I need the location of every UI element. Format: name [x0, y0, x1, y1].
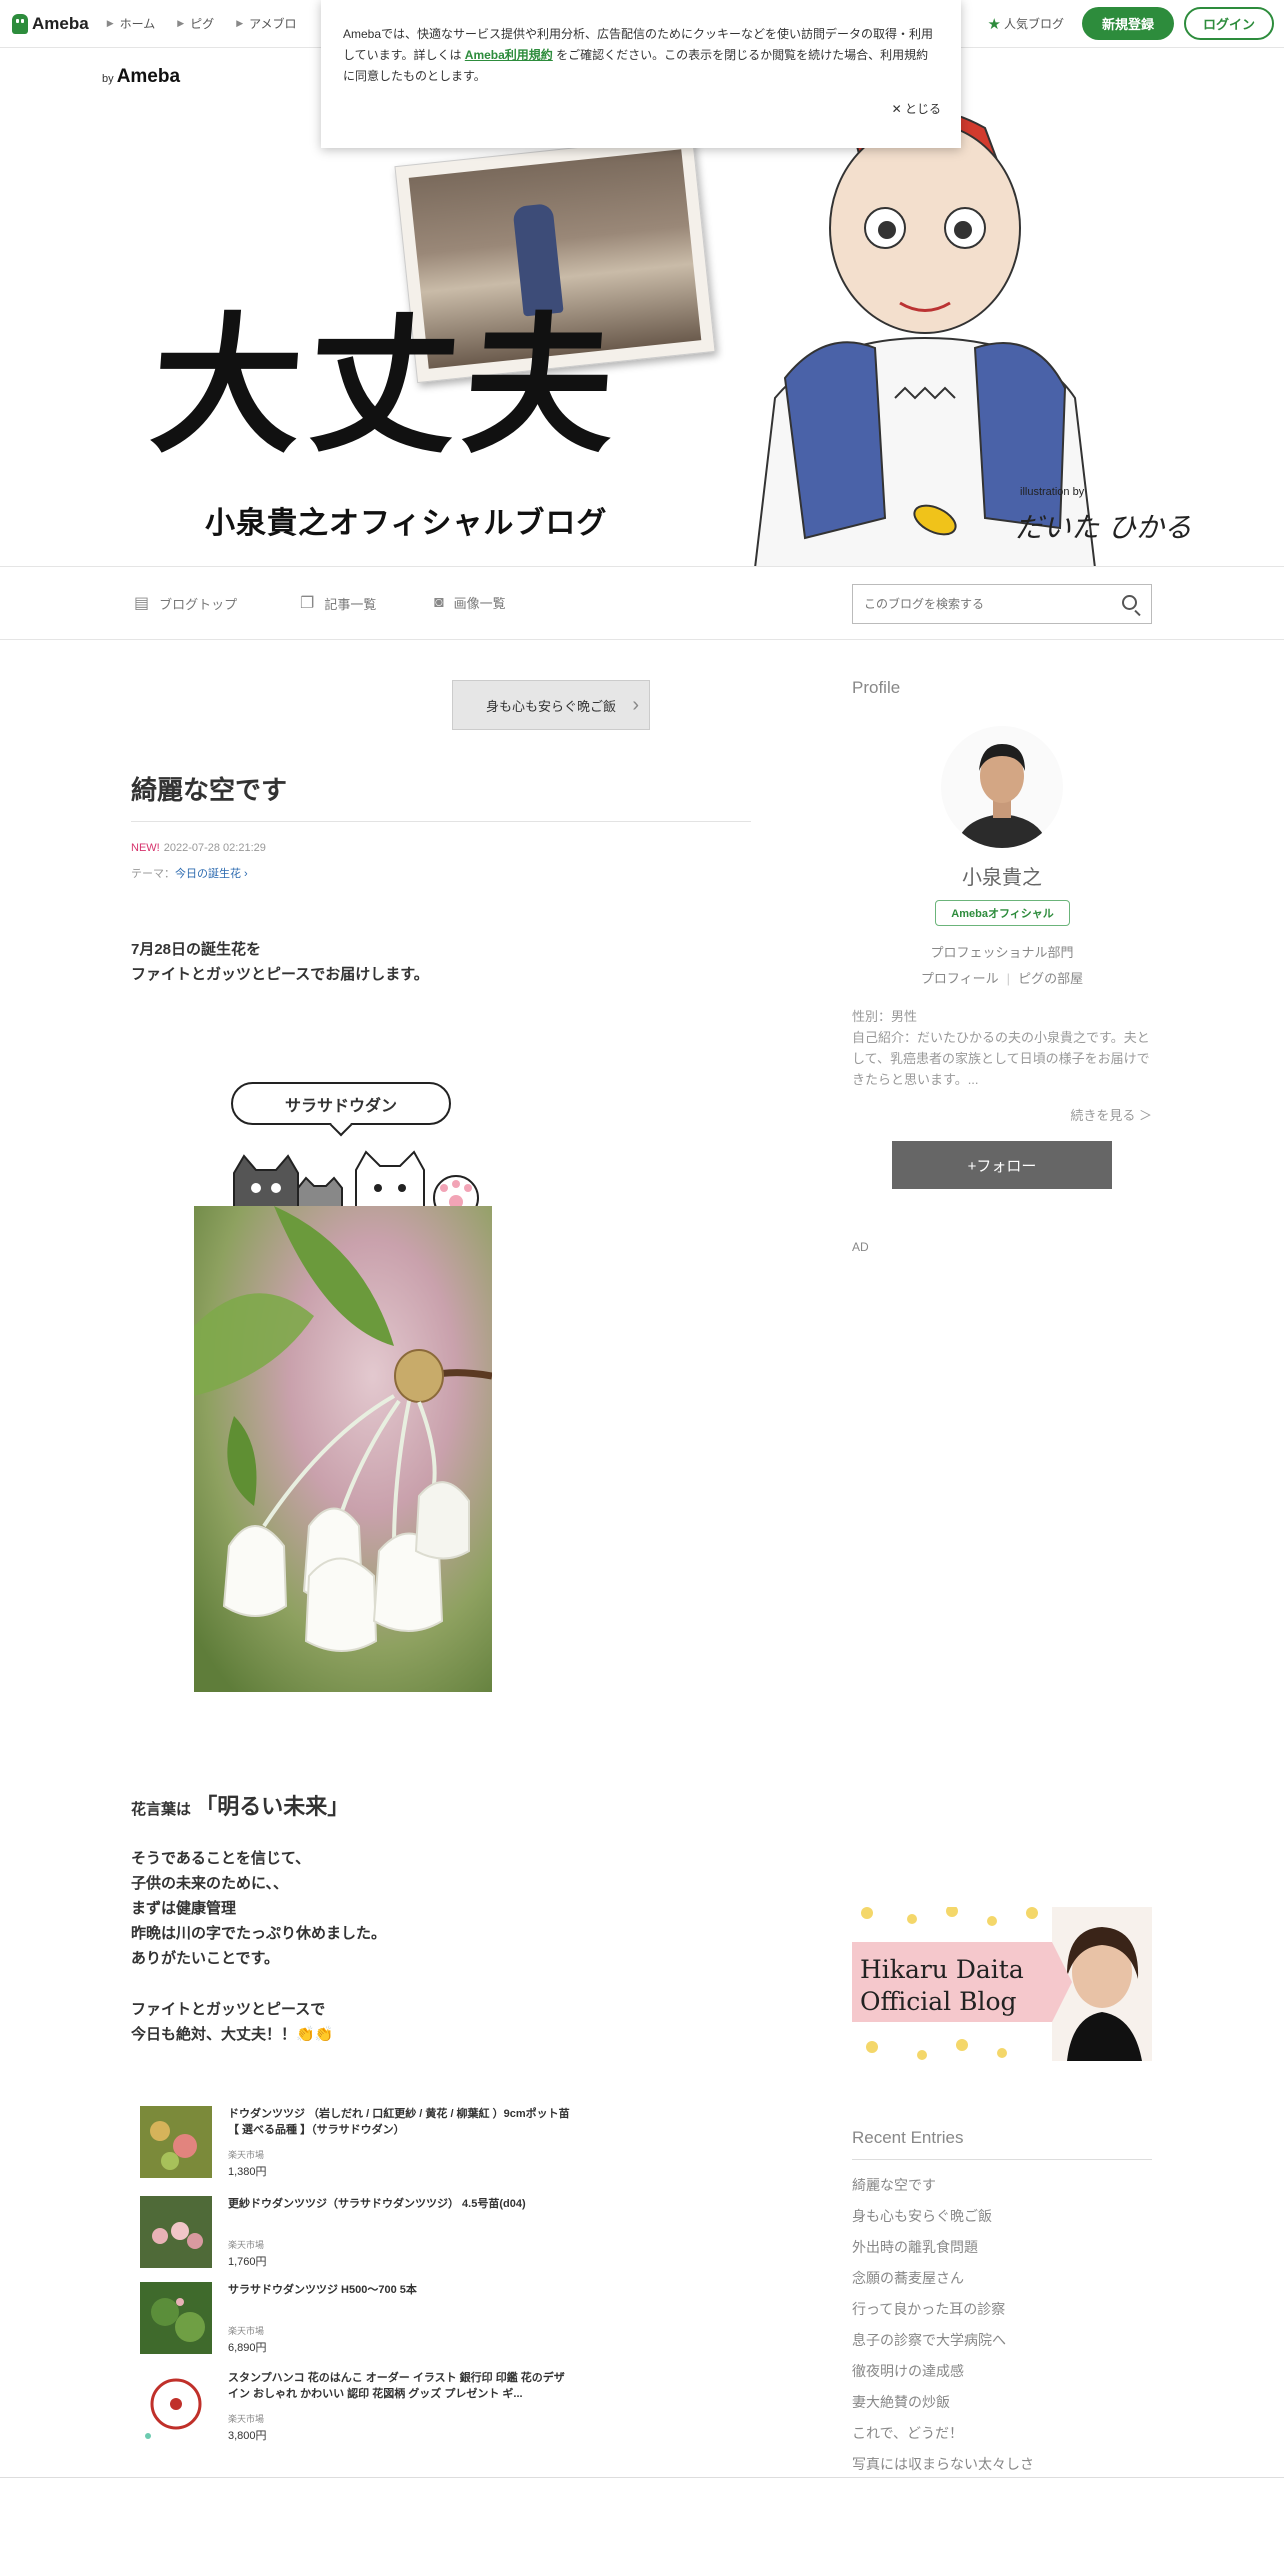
login-button[interactable]: ログイン — [1184, 7, 1274, 40]
ad-label: AD — [852, 1240, 869, 1254]
profile-department[interactable]: プロフェッショナル部門 — [852, 942, 1152, 961]
product-thumbnail — [140, 2106, 212, 2178]
recent-entry-link[interactable]: 身も心も安らぐ晩ご飯 — [852, 2201, 1034, 2232]
follow-button[interactable]: +フォロー — [892, 1141, 1112, 1189]
product-thumbnail — [140, 2370, 212, 2442]
chevron-right-icon: ▶ — [236, 18, 244, 28]
hikaru-banner-title-1: Hikaru Daita — [860, 1955, 1024, 1984]
hikaru-banner-title-2: Official Blog — [860, 1987, 1017, 2016]
blog-top-link[interactable]: ▤ ブログトップ — [134, 593, 237, 613]
sarasa-dodan-flower-photo[interactable] — [194, 1206, 492, 1692]
recent-entry-link[interactable]: 外出時の離乳食問題 — [852, 2232, 1034, 2263]
recent-entries-list: 綺麗な空です 身も心も安らぐ晩ご飯 外出時の離乳食問題 念願の蕎麦屋さん 行って… — [852, 2170, 1034, 2480]
close-icon: ✕ — [891, 102, 902, 116]
flower-name-bubble: サラサドウダン — [231, 1082, 451, 1125]
recent-entries-heading: Recent Entries — [852, 2128, 964, 2147]
theme-link[interactable]: 今日の誕生花 — [175, 868, 241, 880]
recent-entry-link[interactable]: 綺麗な空です — [852, 2170, 1034, 2201]
entry-meta: NEW! 2022-07-28 02:21:29 — [131, 842, 266, 854]
product-item[interactable]: サラサドウダンツツジ H500〜700 5本 楽天市場 6,890円 — [140, 2282, 580, 2358]
flower-language: 花言葉は 「明るい未来」 — [131, 1794, 350, 1819]
copy-icon: ❐ — [300, 595, 315, 612]
search-icon[interactable] — [1122, 595, 1137, 610]
image-list-link[interactable]: ◙ 画像一覧 — [434, 593, 506, 612]
product-item[interactable]: 更紗ドウダンツツジ（サラサドウダンツツジ） 4.5号苗(d04) 楽天市場 1,… — [140, 2196, 580, 2272]
new-badge: NEW! — [131, 842, 160, 854]
product-item[interactable]: スタンプハンコ 花のはんこ オーダー イラスト 銀行印 印鑑 花のデザイン おし… — [140, 2370, 580, 2446]
entry-paragraph-1: 7月28日の誕生花を ファイトとガッツとピースでお届けします。 — [131, 941, 429, 983]
title-divider — [131, 821, 751, 822]
entry-date: 2022-07-28 02:21:29 — [163, 842, 266, 854]
illustration-credit: illustration by — [1020, 486, 1085, 498]
recent-entry-link[interactable]: 念願の蕎麦屋さん — [852, 2263, 1034, 2294]
popular-blog-link[interactable]: ★ 人気ブログ — [988, 15, 1064, 33]
signup-button[interactable]: 新規登録 — [1082, 7, 1174, 40]
nav-ameblo[interactable]: ▶ アメブロ — [236, 15, 296, 32]
profile-info: 性別：男性 自己紹介：だいたひかるの夫の小泉貴之です。夫として、乳癌患者の家族と… — [852, 1006, 1157, 1090]
read-more-link[interactable]: 続きを見る ＞ — [852, 1105, 1152, 1124]
profile-intro: 自己紹介：だいたひかるの夫の小泉貴之です。夫として、乳癌患者の家族として日頃の様… — [852, 1030, 1150, 1087]
header-actions: ★ 人気ブログ 新規登録 ログイン — [988, 7, 1274, 40]
ameba-mascot-icon — [12, 13, 28, 34]
camera-icon: ◙ — [434, 593, 444, 611]
document-icon: ▤ — [134, 595, 150, 612]
by-ameba-logo: by Ameba — [102, 66, 181, 87]
recent-entry-link[interactable]: 妻大絶賛の炒飯 — [852, 2387, 1034, 2418]
profile-avatar[interactable] — [941, 726, 1063, 848]
blog-title-art: 大丈夫 — [145, 300, 627, 474]
illustrator-signature: だいた ひかる — [1015, 511, 1192, 544]
pig-room-link[interactable]: ピグの部屋 — [1018, 971, 1083, 986]
chevron-right-icon: ▶ — [106, 18, 114, 28]
nav-home[interactable]: ▶ ホーム — [107, 15, 156, 32]
entry-paragraph-3: ファイトとガッツとピースで 今日も絶対、大丈夫！！👏👏 — [131, 2001, 334, 2043]
profile-links: プロフィール | ピグの部屋 — [920, 971, 1084, 986]
blog-nav: ▤ ブログトップ ❐ 記事一覧 ◙ 画像一覧 — [0, 566, 1284, 640]
cookie-consent-banner: Amebaでは、快適なサービス提供や利用分析、広告配信のためにクッキーなどを使い… — [321, 0, 961, 148]
cookie-close-button[interactable]: ✕ とじる — [892, 99, 941, 120]
hikaru-daita-blog-banner[interactable]: Hikaru Daita Official Blog — [852, 1907, 1152, 2061]
official-badge[interactable]: Amebaオフィシャル — [935, 900, 1070, 926]
product-thumbnail — [140, 2196, 212, 2268]
entry-paragraph-2: そうであることを信じて、 子供の未来のために、、 まずは健康管理 昨晩は川の字で… — [131, 1850, 387, 1967]
prev-entry-button[interactable]: 身も心も安らぐ晩ご飯 › — [452, 680, 650, 730]
recent-entry-link[interactable]: 行って良かった耳の診察 — [852, 2294, 1034, 2325]
global-nav: ▶ ホーム ▶ ピグ ▶ アメブロ — [107, 15, 319, 32]
recent-entry-link[interactable]: これで、どうだ！ — [852, 2418, 1034, 2449]
star-icon: ★ — [987, 15, 1001, 33]
blog-subtitle-art: 小泉貴之オフィシャルブログ — [205, 506, 608, 541]
entry-title[interactable]: 綺麗な空です — [131, 770, 287, 807]
chevron-right-icon: › — [241, 868, 248, 880]
profile-name[interactable]: 小泉貴之 — [852, 861, 1152, 890]
nav-pig[interactable]: ▶ ピグ — [177, 15, 214, 32]
product-item[interactable]: ドウダンツツジ （岩しだれ / 口紅更紗 / 黄花 / 柳葉紅 ）9cmポット苗… — [140, 2106, 580, 2182]
recent-divider — [852, 2159, 1152, 2160]
recent-entry-link[interactable]: 写真には収まらない太々しさ — [852, 2449, 1034, 2480]
profile-heading: Profile — [852, 678, 901, 697]
ameba-logo[interactable]: Ameba — [12, 13, 89, 34]
recent-entry-link[interactable]: 徹夜明けの達成感 — [852, 2356, 1034, 2387]
chevron-right-icon: › — [632, 693, 639, 716]
profile-gender: 性別：男性 — [852, 1009, 918, 1024]
terms-link[interactable]: Ameba利用規約 — [465, 48, 553, 62]
blog-search-box — [852, 584, 1152, 624]
chevron-right-icon: ▶ — [177, 18, 185, 28]
profile-link[interactable]: プロフィール — [921, 971, 999, 986]
footer-divider — [0, 2477, 1284, 2478]
cookie-text: Amebaでは、快適なサービス提供や利用分析、広告配信のためにクッキーなどを使い… — [343, 27, 934, 83]
entry-list-link[interactable]: ❐ 記事一覧 — [300, 593, 376, 613]
recent-entry-link[interactable]: 息子の診察で大学病院へ — [852, 2325, 1034, 2356]
entry-theme: テーマ：今日の誕生花 › — [131, 868, 248, 880]
product-thumbnail — [140, 2282, 212, 2354]
blog-search-input[interactable] — [864, 597, 1104, 611]
ameba-logo-text: Ameba — [32, 13, 89, 33]
